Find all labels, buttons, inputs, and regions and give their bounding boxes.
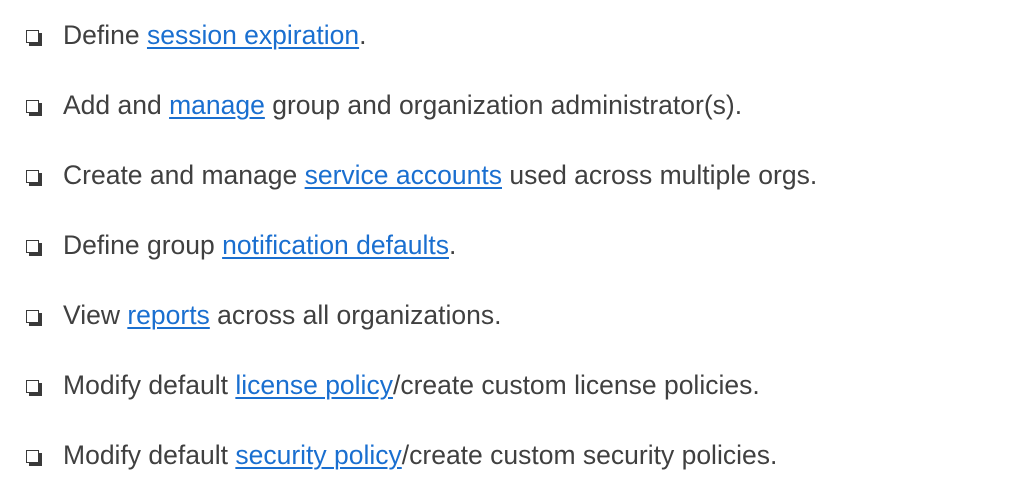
checklist-item-security-policy: Modify default security policy/create cu… bbox=[26, 420, 1021, 490]
checklist-item-text: Add and manage group and organization ad… bbox=[63, 89, 743, 120]
checklist-item-text: View reports across all organizations. bbox=[63, 299, 502, 330]
empty-checkbox-icon[interactable] bbox=[26, 239, 42, 256]
checklist-item-reports: View reports across all organizations. bbox=[26, 280, 1021, 350]
empty-checkbox-icon[interactable] bbox=[26, 169, 42, 186]
empty-checkbox-icon[interactable] bbox=[26, 99, 42, 116]
checklist-item-text: Define session expiration. bbox=[63, 19, 367, 50]
notification-defaults-link[interactable]: notification defaults bbox=[222, 230, 449, 260]
license-policy-link[interactable]: license policy bbox=[235, 370, 393, 400]
empty-checkbox-icon[interactable] bbox=[26, 309, 42, 326]
empty-checkbox-icon[interactable] bbox=[26, 379, 42, 396]
reports-link[interactable]: reports bbox=[127, 300, 209, 330]
empty-checkbox-icon[interactable] bbox=[26, 449, 42, 466]
manage-link[interactable]: manage bbox=[169, 90, 265, 120]
checklist-item-text: Create and manage service accounts used … bbox=[63, 159, 818, 190]
checklist-item-text: Define group notification defaults. bbox=[63, 229, 457, 260]
security-policy-link[interactable]: security policy bbox=[235, 440, 401, 470]
checklist-item-text: Modify default license policy/create cus… bbox=[63, 369, 760, 400]
task-checklist: Define session expiration. Add and manag… bbox=[26, 0, 1021, 490]
checklist-item-manage-admins: Add and manage group and organization ad… bbox=[26, 70, 1021, 140]
service-accounts-link[interactable]: service accounts bbox=[305, 160, 502, 190]
checklist-item-service-accounts: Create and manage service accounts used … bbox=[26, 140, 1021, 210]
checklist-item-notification-defaults: Define group notification defaults. bbox=[26, 210, 1021, 280]
checklist-item-session-expiration: Define session expiration. bbox=[26, 0, 1021, 70]
checklist-item-text: Modify default security policy/create cu… bbox=[63, 439, 778, 470]
empty-checkbox-icon[interactable] bbox=[26, 29, 42, 46]
checklist-item-license-policy: Modify default license policy/create cus… bbox=[26, 350, 1021, 420]
session-expiration-link[interactable]: session expiration bbox=[147, 20, 359, 50]
